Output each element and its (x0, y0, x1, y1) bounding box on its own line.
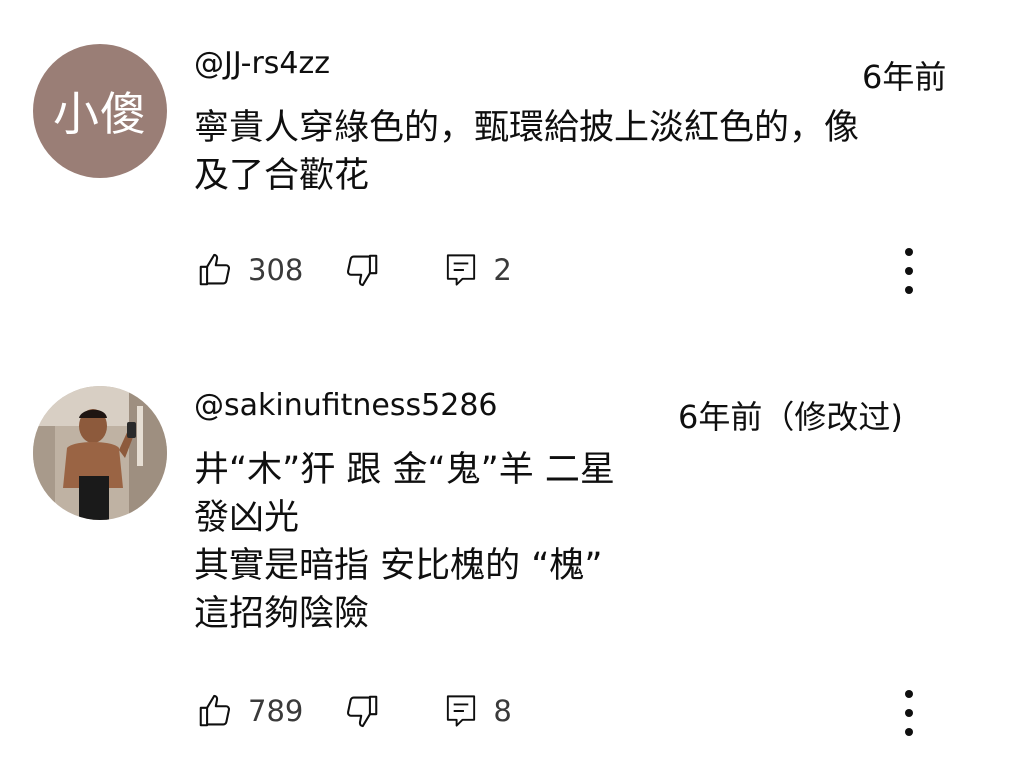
reply-count: 8 (493, 694, 512, 728)
comment-author[interactable]: @sakinufitness5286 (194, 388, 498, 423)
like-button[interactable]: 789 (196, 692, 303, 730)
thumbs-down-icon (343, 251, 381, 289)
profile-photo-icon (33, 386, 167, 520)
avatar[interactable]: 小傻 (33, 44, 167, 178)
more-options-button[interactable] (894, 244, 924, 298)
dislike-button[interactable] (343, 251, 381, 289)
comment-text-line: 其實是暗指 安比槐的 “槐” (194, 546, 603, 586)
comment-actions: 308 2 (196, 248, 512, 292)
thumbs-up-icon (196, 692, 234, 730)
reply-button[interactable]: 2 (443, 251, 512, 289)
comment-text-line: 發凶光 (194, 498, 300, 538)
more-options-button[interactable] (894, 686, 924, 740)
comment-text: 寧貴人穿綠色的，甄環給披上淡紅色的，像 及了合歡花 (194, 104, 859, 200)
comment-text: 井“木”犴 跟 金“鬼”羊 二星 發凶光 其實是暗指 安比槐的 “槐” 這招夠陰… (194, 446, 615, 638)
reply-icon (443, 251, 479, 289)
comment-text-line: 井“木”犴 跟 金“鬼”羊 二星 (194, 450, 615, 490)
reply-icon (443, 692, 479, 730)
avatar-text: 小傻 (53, 87, 147, 141)
reply-count: 2 (493, 253, 512, 287)
comment-text-line: 及了合歡花 (194, 156, 370, 196)
more-vertical-icon (894, 690, 924, 744)
reply-button[interactable]: 8 (443, 692, 512, 730)
avatar[interactable] (33, 386, 167, 520)
like-button[interactable]: 308 (196, 251, 303, 289)
like-count: 308 (248, 253, 304, 287)
comment-timestamp[interactable]: 6年前 (862, 52, 946, 98)
comment-text-line: 寧貴人穿綠色的，甄環給披上淡紅色的，像 (194, 108, 860, 148)
comment-actions: 789 8 (196, 689, 512, 733)
comment-timestamp[interactable]: 6年前（修改过) (678, 392, 903, 438)
like-count: 789 (248, 694, 304, 728)
comment-text-line: 這招夠陰險 (194, 594, 370, 634)
thumbs-down-icon (343, 692, 381, 730)
more-vertical-icon (894, 248, 924, 302)
thumbs-up-icon (196, 251, 234, 289)
dislike-button[interactable] (343, 692, 381, 730)
comment-author[interactable]: @JJ-rs4zz (194, 46, 330, 81)
